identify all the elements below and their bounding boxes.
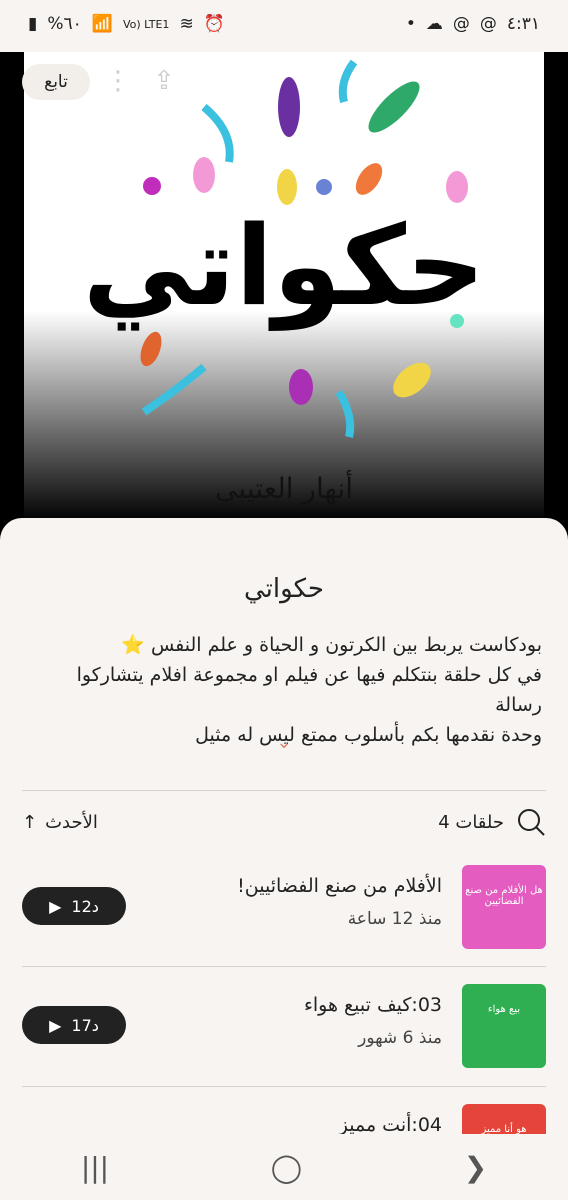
signal-icon: 📶 — [91, 14, 113, 34]
alarm-icon: ⏰ — [203, 14, 225, 34]
podcast-sheet: حكواتي بودكاست يربط بين الكرتون و الحياة… — [0, 518, 568, 1200]
divider — [22, 1086, 546, 1087]
divider — [22, 790, 546, 791]
follow-button[interactable]: تابع — [22, 64, 90, 100]
episode-thumbnail: هل الأفلام من صنع الفضائيين — [462, 865, 546, 949]
thumb-text: هو أنا مميز — [481, 1124, 527, 1135]
episode-thumbnail: بيع هواء — [462, 984, 546, 1068]
sort-label: الأحدث — [45, 811, 98, 833]
threads-icon-2: @ — [479, 14, 497, 34]
share-icon[interactable]: ⇪ — [153, 66, 175, 96]
sort-button[interactable]: ↑ الأحدث — [22, 812, 98, 833]
thumb-text: هل الأفلام من صنع الفضائيين — [465, 885, 543, 907]
divider — [22, 966, 546, 967]
cover-author: أنهار العتيبي — [215, 472, 353, 505]
episodes-toolbar: ↑ الأحدث 4 حلقات — [22, 804, 546, 840]
episode-title: 03:كيف تبيع هواء — [303, 994, 442, 1016]
cloud-icon: ☁ — [425, 14, 443, 34]
search-icon[interactable] — [516, 807, 546, 837]
play-icon: ▶ — [49, 1015, 62, 1035]
play-button[interactable]: ▶ 12د — [22, 887, 126, 925]
episode-item[interactable]: هل الأفلام من صنع الفضائيين الأفلام من ص… — [22, 865, 546, 957]
description-line-1: بودكاست يربط بين الكرتون و الحياة و علم … — [121, 634, 542, 656]
episode-item[interactable]: بيع هواء 03:كيف تبيع هواء منذ 6 شهور ▶ 1… — [22, 984, 546, 1076]
cover-title: حكواتي — [82, 202, 486, 330]
play-icon: ▶ — [49, 896, 62, 916]
recents-icon[interactable]: ||| — [81, 1151, 109, 1184]
threads-icon: @ — [452, 14, 470, 34]
episode-title: الأفلام من صنع الفضائيين! — [237, 875, 442, 897]
podcast-cover: حكواتي أنهار العتيبي — [24, 52, 544, 522]
dot-icon: • — [405, 14, 416, 34]
clock: ٤:٣١ — [506, 14, 540, 34]
episode-date: منذ 12 ساعة — [347, 909, 442, 929]
thumb-text: بيع هواء — [487, 1004, 521, 1015]
home-icon[interactable]: ◯ — [271, 1151, 302, 1184]
battery-level: %٦٠ — [47, 14, 82, 34]
play-button[interactable]: ▶ 17د — [22, 1006, 126, 1044]
description-line-2: في كل حلقة بنتكلم فيها عن فيلم او مجموعة… — [76, 664, 542, 716]
chevron-down-icon[interactable]: ⌄ — [0, 732, 568, 753]
status-bar: ▮ %٦٠ 📶 Vo) LTE1 ≋ ⏰ • ☁ @ @ ٤:٣١ — [0, 0, 568, 52]
episodes-count: 4 حلقات — [438, 807, 546, 837]
back-icon[interactable]: ❯ — [464, 1151, 487, 1184]
wifi-icon: ≋ — [179, 14, 194, 34]
episode-date: منذ 6 شهور — [358, 1028, 442, 1048]
episode-title: 04:أنت مميز — [338, 1114, 442, 1136]
episode-duration: 12د — [71, 896, 99, 916]
episode-duration: 17د — [71, 1015, 99, 1035]
status-left: ▮ %٦٠ 📶 Vo) LTE1 ≋ ⏰ — [28, 14, 225, 34]
network-label: Vo) LTE1 — [122, 17, 170, 31]
arrow-up-icon: ↑ — [22, 811, 38, 833]
status-right: • ☁ @ @ ٤:٣١ — [406, 14, 540, 34]
more-icon[interactable]: ⋮ — [105, 66, 131, 96]
podcast-title: حكواتي — [244, 574, 324, 604]
top-actions: ⋮ ⇪ — [105, 66, 175, 96]
battery-icon: ▮ — [28, 14, 38, 34]
system-nav-bar: ||| ◯ ❯ — [0, 1134, 568, 1200]
episodes-count-label: 4 حلقات — [438, 811, 504, 833]
